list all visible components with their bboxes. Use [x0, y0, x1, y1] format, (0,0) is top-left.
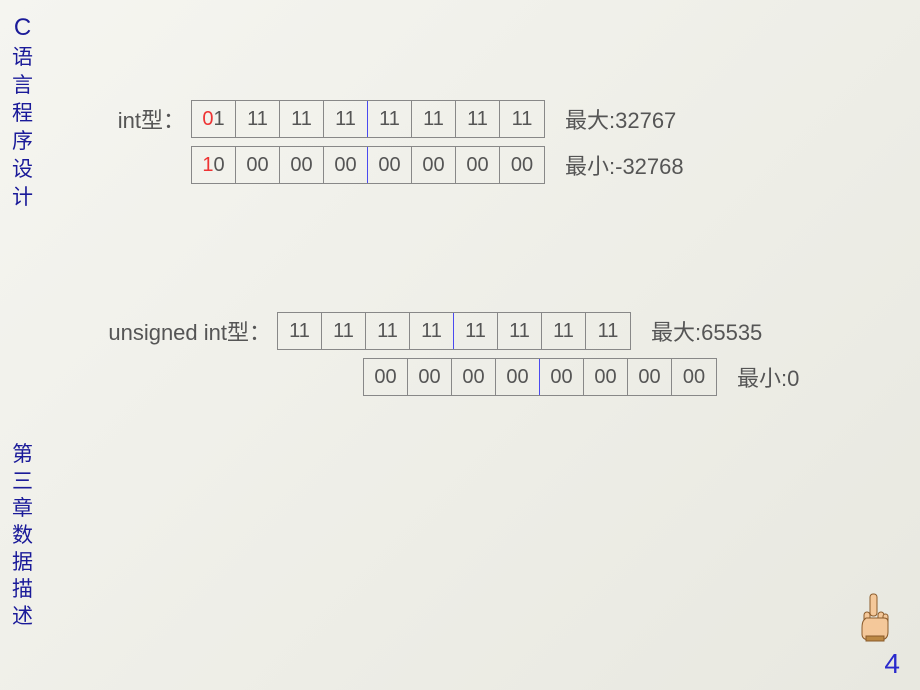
byte-cell: 00: [236, 147, 280, 183]
byte-cell: 01: [192, 101, 236, 137]
uint-row-max: unsigned int型： 1111111111111111 最大:65535: [65, 312, 885, 350]
sidebar-subtitle: 语言程序设计: [12, 44, 33, 212]
byte-cell: 11: [500, 101, 544, 137]
byte-cell: 11: [412, 101, 456, 137]
sidebar-char: 计: [12, 184, 33, 212]
byte-cell: 00: [408, 359, 452, 395]
uint-label: unsigned int型：: [65, 315, 271, 347]
byte-cell: 11: [498, 313, 542, 349]
sidebar-c: C: [12, 12, 33, 44]
sidebar-char: 语: [12, 44, 33, 72]
byte-cell: 11: [236, 101, 280, 137]
sidebar-chapter: 第三章数据描述: [12, 441, 33, 630]
sidebar-char: 程: [12, 100, 33, 128]
sidebar-char: 设: [12, 156, 33, 184]
sidebar-char: 描: [12, 576, 33, 603]
byte-cell: 11: [368, 101, 412, 137]
sidebar-char: 述: [12, 603, 33, 630]
int-bytes-min: 1000000000000000: [191, 146, 545, 184]
byte-cell: 00: [368, 147, 412, 183]
byte-cell: 10: [192, 147, 236, 183]
byte-cell: 00: [452, 359, 496, 395]
byte-cell: 11: [586, 313, 630, 349]
byte-cell: 11: [322, 313, 366, 349]
byte-cell: 00: [540, 359, 584, 395]
sidebar-title-block: C 语言程序设计: [12, 12, 33, 212]
int-row-min: 1000000000000000 最小:-32768: [65, 146, 885, 184]
uint-bytes-min: 0000000000000000: [363, 358, 717, 396]
byte-cell: 00: [584, 359, 628, 395]
sidebar-char: 据: [12, 549, 33, 576]
byte-cell: 00: [456, 147, 500, 183]
byte-cell: 11: [278, 313, 322, 349]
byte-cell: 11: [410, 313, 454, 349]
sidebar-char: 数: [12, 522, 33, 549]
byte-cell: 11: [454, 313, 498, 349]
sign-bit: 1: [202, 154, 213, 177]
byte-cell: 11: [324, 101, 368, 137]
byte-cell: 00: [500, 147, 544, 183]
byte-cell: 00: [496, 359, 540, 395]
byte-cell: 00: [364, 359, 408, 395]
sidebar-char: 三: [12, 468, 33, 495]
int-min-label: 最小:-32768: [565, 149, 684, 181]
uint-bytes-max: 1111111111111111: [277, 312, 631, 350]
byte-cell: 11: [456, 101, 500, 137]
main-content: int型： 0111111111111111 最大:32767 10000000…: [65, 100, 885, 404]
int-max-label: 最大:32767: [565, 103, 676, 135]
uint-min-label: 最小:0: [737, 361, 799, 393]
byte-cell: 00: [412, 147, 456, 183]
byte-cell: 00: [628, 359, 672, 395]
int-label: int型：: [65, 103, 185, 135]
sidebar-char: 第: [12, 441, 33, 468]
sidebar: C 语言程序设计 第三章数据描述: [0, 0, 45, 690]
sidebar-char: 言: [12, 72, 33, 100]
byte-cell: 11: [366, 313, 410, 349]
bit-value: 0: [214, 154, 225, 177]
int-row-max: int型： 0111111111111111 最大:32767: [65, 100, 885, 138]
uint-row-min: 0000000000000000 最小:0: [151, 358, 885, 396]
sidebar-char: 章: [12, 495, 33, 522]
byte-cell: 00: [280, 147, 324, 183]
byte-cell: 11: [280, 101, 324, 137]
byte-cell: 00: [324, 147, 368, 183]
sign-bit: 0: [202, 108, 213, 131]
int-bytes-max: 0111111111111111: [191, 100, 545, 138]
page-number: 4: [884, 648, 900, 680]
sidebar-char: 序: [12, 128, 33, 156]
uint-max-label: 最大:65535: [651, 315, 762, 347]
byte-cell: 00: [672, 359, 716, 395]
hand-icon: [856, 592, 892, 642]
spacer: [65, 192, 885, 312]
bit-value: 1: [214, 108, 225, 131]
byte-cell: 11: [542, 313, 586, 349]
